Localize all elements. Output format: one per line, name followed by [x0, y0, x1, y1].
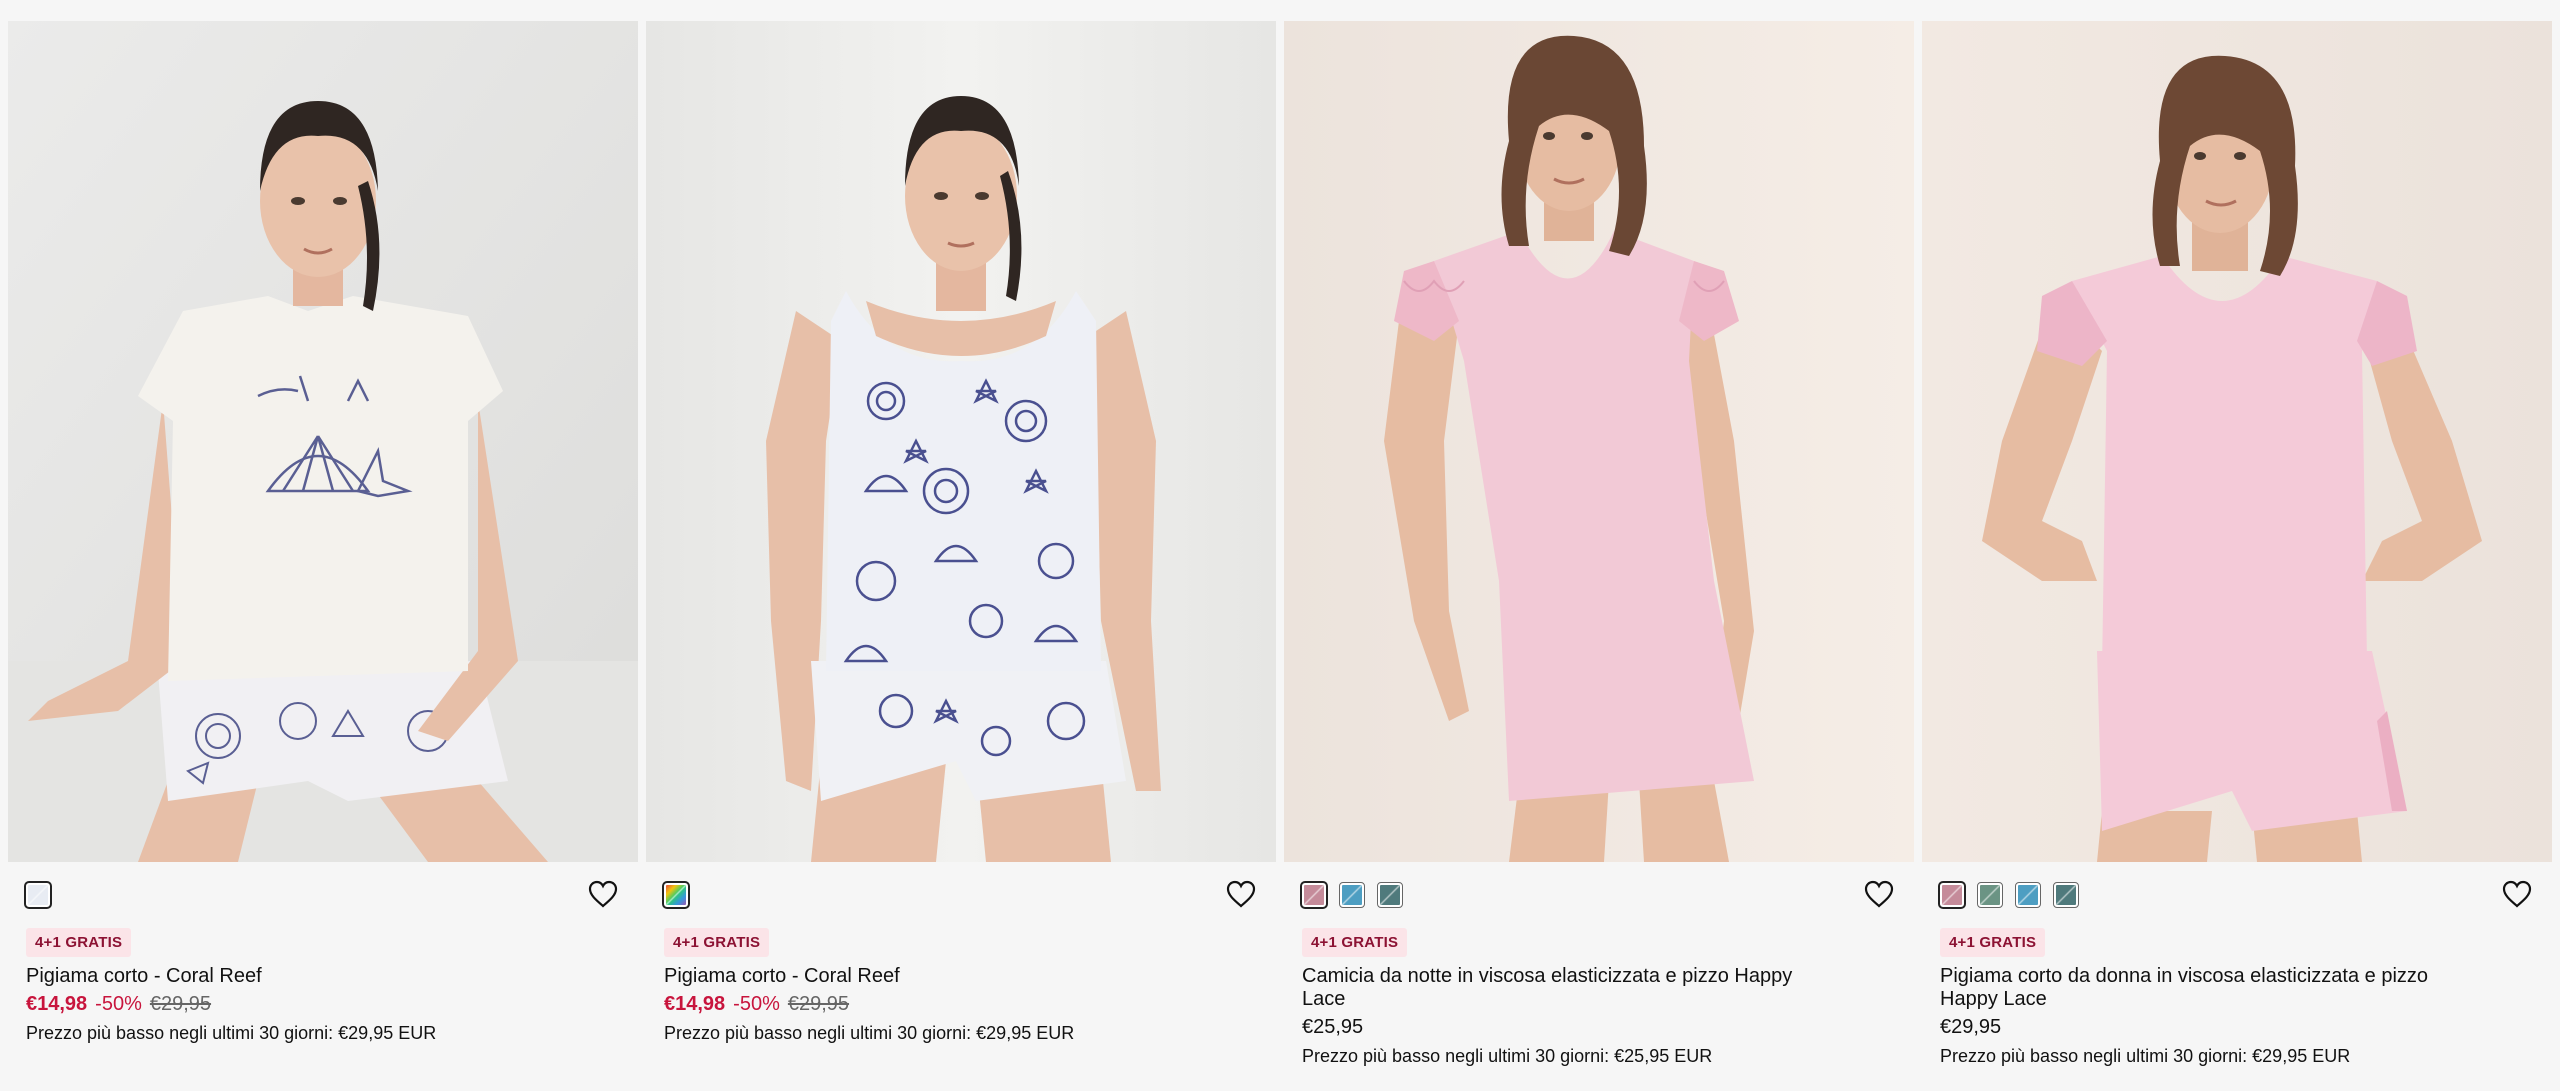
product-card[interactable]: 4+1 GRATIS Pigiama corto - Coral Reef €1… — [646, 21, 1276, 1068]
product-image[interactable] — [646, 21, 1276, 862]
color-swatches — [1938, 862, 2534, 924]
teal-swatch[interactable] — [1377, 882, 1403, 908]
price-row: €25,95 — [1302, 1015, 1896, 1040]
product-card[interactable]: 4+1 GRATIS Camicia da notte in viscosa e… — [1284, 21, 1914, 1068]
product-image[interactable] — [1284, 21, 1914, 862]
original-price: €29,95 — [787, 993, 850, 1015]
wishlist-heart-icon[interactable] — [588, 880, 618, 908]
color-swatches — [1300, 862, 1896, 924]
wishlist-heart-icon[interactable] — [1226, 880, 1256, 908]
price-row: €29,95 — [1940, 1015, 2534, 1040]
price: €25,95 — [1302, 1016, 1364, 1038]
color-swatches — [24, 862, 620, 924]
product-card[interactable]: 4+1 GRATIS Pigiama corto - Coral Reef €1… — [8, 21, 638, 1068]
blue-swatch[interactable] — [2015, 882, 2041, 908]
product-grid: 4+1 GRATIS Pigiama corto - Coral Reef €1… — [8, 21, 2552, 1068]
discount-label: -50% — [733, 993, 780, 1015]
product-name[interactable]: Pigiama corto - Coral Reef — [26, 965, 620, 988]
promo-badge: 4+1 GRATIS — [26, 928, 132, 957]
multicolor-swatch[interactable] — [662, 881, 690, 909]
wishlist-heart-icon[interactable] — [1864, 880, 1894, 908]
product-card[interactable]: 4+1 GRATIS Pigiama corto da donna in vis… — [1922, 21, 2552, 1068]
price-row: €14,98 -50% €29,95 — [26, 992, 620, 1017]
color-swatches — [662, 862, 1258, 924]
price-row: €14,98 -50% €29,95 — [664, 992, 1258, 1017]
price: €29,95 — [1940, 1016, 2002, 1038]
product-name[interactable]: Pigiama corto da donna in viscosa elasti… — [1940, 965, 2534, 1011]
sale-price: €14,98 — [26, 993, 88, 1015]
discount-label: -50% — [95, 993, 142, 1015]
teal-swatch[interactable] — [2053, 882, 2079, 908]
lowest-price-note: Prezzo più basso negli ultimi 30 giorni:… — [26, 1023, 437, 1043]
pink-swatch[interactable] — [1938, 881, 1966, 909]
original-price: €29,95 — [149, 993, 212, 1015]
product-image[interactable] — [8, 21, 638, 862]
promo-badge: 4+1 GRATIS — [1940, 928, 2046, 957]
promo-badge: 4+1 GRATIS — [664, 928, 770, 957]
pink-swatch[interactable] — [1300, 881, 1328, 909]
product-image[interactable] — [1922, 21, 2552, 862]
product-name[interactable]: Camicia da notte in viscosa elasticizzat… — [1302, 965, 1896, 1011]
promo-badge: 4+1 GRATIS — [1302, 928, 1408, 957]
lowest-price-note: Prezzo più basso negli ultimi 30 giorni:… — [1302, 1046, 1713, 1066]
blue-swatch[interactable] — [1339, 882, 1365, 908]
sale-price: €14,98 — [664, 993, 726, 1015]
wishlist-heart-icon[interactable] — [2502, 880, 2532, 908]
product-name[interactable]: Pigiama corto - Coral Reef — [664, 965, 1258, 988]
lowest-price-note: Prezzo più basso negli ultimi 30 giorni:… — [664, 1023, 1075, 1043]
green-swatch[interactable] — [1977, 882, 2003, 908]
lowest-price-note: Prezzo più basso negli ultimi 30 giorni:… — [1940, 1046, 2351, 1066]
white-swatch[interactable] — [24, 881, 52, 909]
